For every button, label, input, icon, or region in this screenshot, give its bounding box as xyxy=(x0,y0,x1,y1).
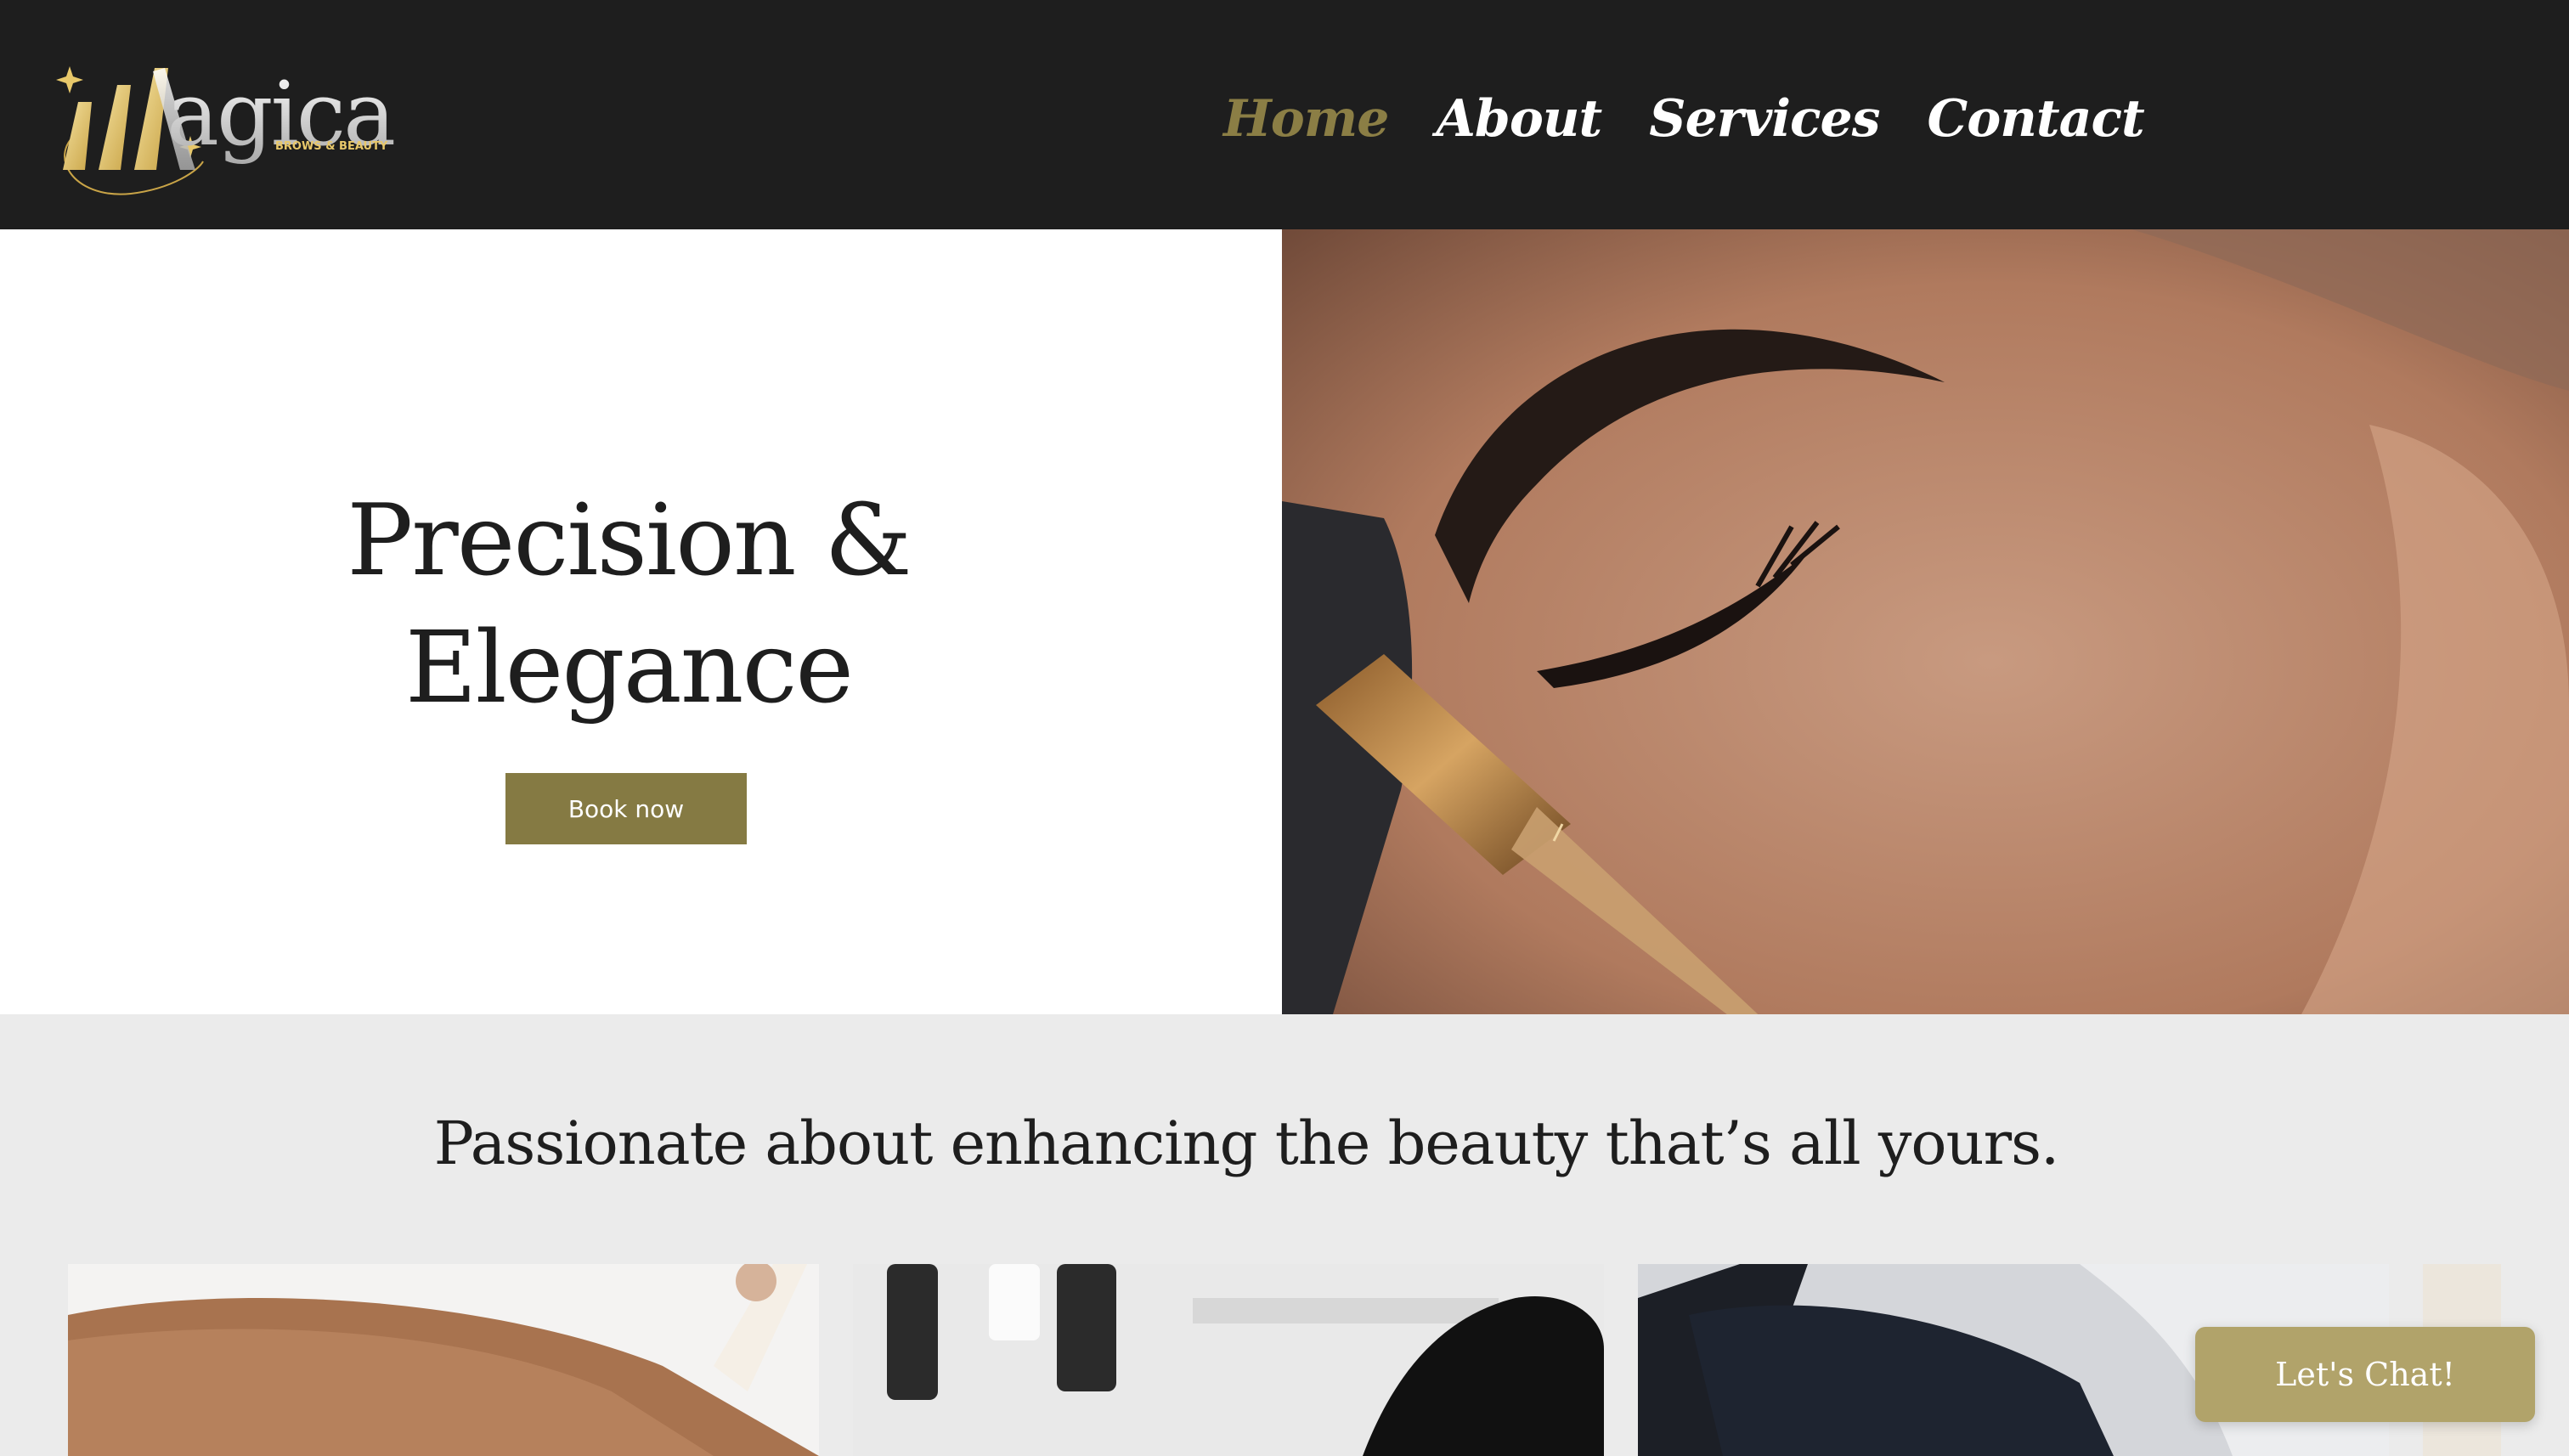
chat-button[interactable]: Let's Chat! xyxy=(2195,1327,2535,1422)
nav-contact[interactable]: Contact xyxy=(1928,89,2145,149)
main-nav: Home About Services Contact xyxy=(1223,82,2145,156)
nav-about[interactable]: About xyxy=(1436,89,1602,149)
hero-image xyxy=(1282,229,2569,1014)
gallery-image-2[interactable] xyxy=(853,1264,1604,1456)
hero-title: Precision & Elegance xyxy=(255,477,1002,732)
book-now-button[interactable]: Book now xyxy=(505,773,747,844)
site-header: agica BROWS & BEAUTY Home About Services… xyxy=(0,0,2569,229)
gallery-image-1[interactable] xyxy=(68,1264,819,1456)
hero-title-line2: Elegance xyxy=(404,611,854,725)
nav-home[interactable]: Home xyxy=(1223,89,1389,149)
logo-subtitle: BROWS & BEAUTY xyxy=(275,140,388,153)
intro-tagline: Passionate about enhancing the beauty th… xyxy=(433,1109,2060,1178)
hero-title-line1: Precision & xyxy=(347,483,912,598)
hero-section: Precision & Elegance Book now xyxy=(0,229,1282,1014)
brand-logo[interactable]: agica BROWS & BEAUTY xyxy=(29,51,397,200)
nav-services[interactable]: Services xyxy=(1649,89,1880,149)
